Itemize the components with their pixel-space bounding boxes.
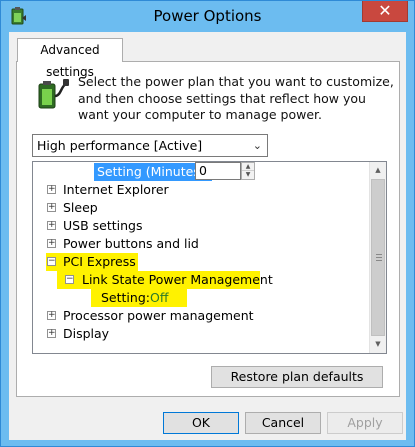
expand-icon[interactable]: + <box>47 221 56 230</box>
instructions-text: Select the power plan that you want to c… <box>78 74 394 122</box>
tree-item-label: Processor power management <box>63 308 254 323</box>
power-options-window: Power Options ✕ Advanced settings Select… <box>0 0 415 447</box>
power-plan-select[interactable]: High performance [Active] ⌄ <box>32 134 268 157</box>
setting-label: Setting: <box>101 290 150 305</box>
tree-item-label: Sleep <box>63 200 98 215</box>
settings-tree[interactable]: Setting (Minutes): 0 ▲ ▼ + Internet Expl… <box>32 161 387 354</box>
vertical-scrollbar[interactable]: ▲ ▼ <box>369 162 386 353</box>
collapse-icon[interactable]: − <box>47 257 56 266</box>
expand-icon[interactable]: + <box>47 311 56 320</box>
tab-advanced-settings[interactable]: Advanced settings <box>17 38 123 79</box>
expand-icon[interactable]: + <box>47 203 56 212</box>
collapse-icon[interactable]: − <box>65 275 74 284</box>
grip-icon <box>376 254 382 261</box>
tree-item-label: USB settings <box>63 218 143 233</box>
scroll-down-icon[interactable]: ▼ <box>370 336 386 353</box>
scroll-up-icon[interactable]: ▲ <box>370 162 386 179</box>
setting-minutes-input[interactable]: 0 <box>195 162 241 180</box>
tree-item-label: PCI Express <box>63 254 136 269</box>
close-icon: ✕ <box>378 1 392 20</box>
dialog-body: Advanced settings Select the power plan … <box>9 32 406 440</box>
window-title: Power Options <box>153 7 262 25</box>
cancel-button[interactable]: Cancel <box>245 412 321 434</box>
chevron-down-icon[interactable]: ⌄ <box>253 135 262 156</box>
ok-button[interactable]: OK <box>163 412 239 434</box>
tree-item-label: Power buttons and lid <box>63 236 199 251</box>
title-bar[interactable]: Power Options ✕ <box>1 1 414 31</box>
expand-icon[interactable]: + <box>47 329 56 338</box>
spinner-down-icon[interactable]: ▼ <box>242 171 254 179</box>
minutes-spinner[interactable]: ▲ ▼ <box>241 162 255 180</box>
settings-tree-content: Setting (Minutes): 0 ▲ ▼ + Internet Expl… <box>33 162 370 353</box>
expand-icon[interactable]: + <box>47 239 56 248</box>
tree-item-link-state-power-management[interactable]: − Link State Power Management <box>57 271 273 289</box>
tree-item-label: Display <box>63 326 110 341</box>
expand-icon[interactable]: + <box>47 185 56 194</box>
restore-plan-defaults-button[interactable]: Restore plan defaults <box>211 366 383 388</box>
close-button[interactable]: ✕ <box>362 1 408 22</box>
setting-value[interactable]: Off <box>150 289 168 306</box>
scroll-thumb[interactable] <box>371 179 385 336</box>
tree-item-label: Internet Explorer <box>63 182 169 197</box>
apply-button[interactable]: Apply <box>327 412 403 434</box>
tree-item-setting-off[interactable]: Setting: Off <box>91 289 187 307</box>
tree-item-label: Link State Power Management <box>82 272 273 287</box>
tree-item-pci-express[interactable]: − PCI Express <box>46 253 138 271</box>
spinner-up-icon[interactable]: ▲ <box>242 163 254 171</box>
power-plan-value: High performance [Active] <box>37 138 203 153</box>
